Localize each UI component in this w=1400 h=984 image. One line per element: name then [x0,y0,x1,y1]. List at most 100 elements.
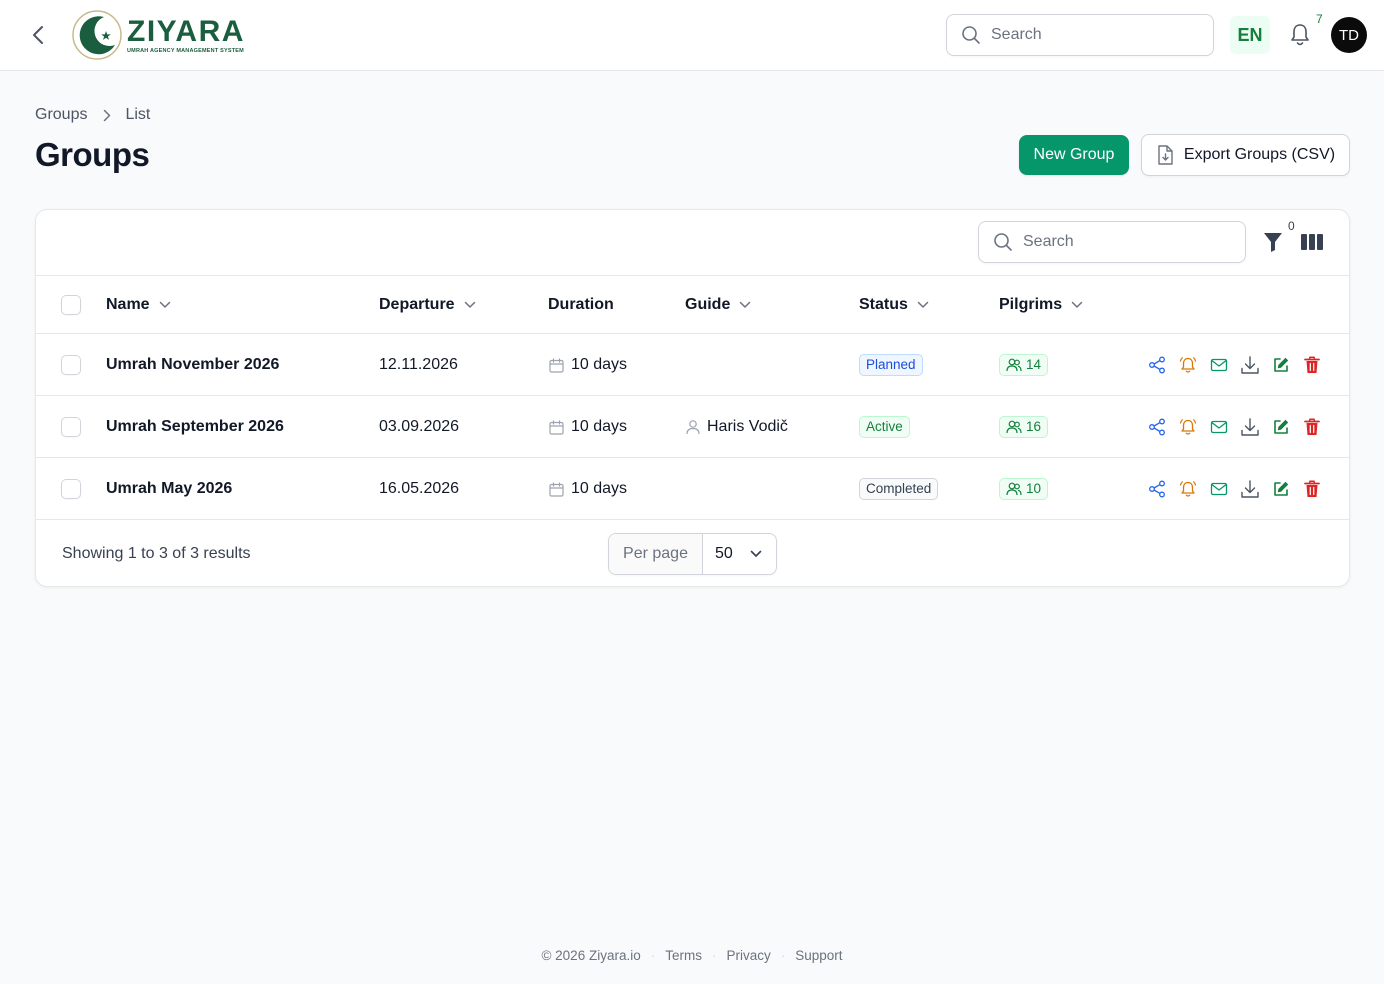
language-switcher[interactable]: EN [1230,16,1270,54]
trash-icon [1304,418,1320,435]
group-name[interactable]: Umrah May 2026 [106,458,232,520]
pilgrims-cell: 10 [999,458,1049,520]
guide-cell: Haris Vodič [686,396,788,458]
per-page-value: 50 [715,545,733,562]
back-button[interactable] [26,22,50,48]
select-all-checkbox[interactable] [61,295,81,315]
filter-button[interactable] [1262,230,1284,254]
column-name-header[interactable]: Name [106,276,171,334]
crescent-logo-icon [72,10,122,60]
email-button[interactable] [1208,416,1230,438]
status-badge: Active [859,416,910,438]
edit-button[interactable] [1270,478,1292,500]
duration-value: 10 days [571,418,628,435]
mail-icon [1210,420,1228,434]
global-search[interactable] [946,14,1214,56]
notifications-button[interactable] [1286,20,1314,50]
edit-button[interactable] [1270,354,1292,376]
column-departure-header[interactable]: Departure [379,276,476,334]
breadcrumb: Groups List [35,106,150,124]
footer-separator: · [780,948,786,963]
page-title: Groups [35,136,150,173]
chevron-down-icon [159,301,171,309]
delete-button[interactable] [1301,354,1323,376]
status-cell: Planned [859,334,923,396]
breadcrumb-groups[interactable]: Groups [35,106,87,124]
footer-link-terms[interactable]: Terms [665,948,702,963]
delete-button[interactable] [1301,478,1323,500]
download-button[interactable] [1239,478,1261,500]
row-checkbox[interactable] [61,355,81,375]
filter-count-badge: 0 [1288,219,1295,233]
brand-logo[interactable]: ZIYARA UMRAH AGENCY MANAGEMENT SYSTEM [71,9,245,61]
per-page-select[interactable]: 50 [703,534,776,574]
email-button[interactable] [1208,478,1230,500]
row-actions [1146,334,1332,396]
chevron-left-icon [33,26,43,44]
guide-name: Haris Vodič [707,418,788,435]
table-row[interactable]: Umrah September 2026 03.09.2026 10 days … [36,396,1349,458]
reminder-button[interactable] [1177,416,1199,438]
breadcrumb-separator-icon [103,109,111,122]
user-icon [686,419,700,435]
footer-link-privacy[interactable]: Privacy [726,948,770,963]
download-button[interactable] [1239,416,1261,438]
pilgrims-count-badge[interactable]: 10 [999,478,1049,500]
table-search-input[interactable] [1023,233,1223,251]
table-toolbar: 0 [36,210,1349,276]
export-csv-button[interactable]: Export Groups (CSV) [1141,134,1350,176]
column-name-label: Name [106,296,150,313]
search-icon [994,233,1012,251]
pilgrims-count-badge[interactable]: 14 [999,354,1049,376]
bell-alert-icon [1179,357,1197,373]
column-pilgrims-label: Pilgrims [999,296,1063,313]
bell-alert-icon [1179,481,1197,497]
global-search-input[interactable] [991,26,1191,44]
duration-value: 10 days [571,356,628,373]
column-guide-header[interactable]: Guide [685,276,751,334]
group-name[interactable]: Umrah November 2026 [106,334,279,396]
columns-toggle-button[interactable] [1301,232,1323,252]
pilgrims-count: 16 [1026,419,1042,434]
user-avatar[interactable]: TD [1331,17,1367,53]
share-button[interactable] [1146,478,1168,500]
status-cell: Active [859,396,910,458]
chevron-down-icon [464,301,476,309]
mail-icon [1210,358,1228,372]
pilgrims-count: 10 [1026,481,1042,496]
edit-button[interactable] [1270,416,1292,438]
brand-tagline: UMRAH AGENCY MANAGEMENT SYSTEM [127,47,244,54]
share-button[interactable] [1146,416,1168,438]
table-footer: Showing 1 to 3 of 3 results Per page 50 [36,521,1349,586]
row-checkbox[interactable] [61,479,81,499]
bell-alert-icon [1179,419,1197,435]
table-row[interactable]: Umrah November 2026 12.11.2026 10 days P… [36,334,1349,396]
reminder-button[interactable] [1177,354,1199,376]
results-summary: Showing 1 to 3 of 3 results [62,545,251,562]
table-search[interactable] [978,221,1246,263]
calendar-icon [549,357,564,373]
download-button[interactable] [1239,354,1261,376]
column-pilgrims-header[interactable]: Pilgrims [999,276,1083,334]
per-page-control[interactable]: Per page 50 [608,533,777,575]
row-checkbox[interactable] [61,417,81,437]
calendar-icon [549,481,564,497]
email-button[interactable] [1208,354,1230,376]
pilgrims-count-badge[interactable]: 16 [999,416,1049,438]
footer-link-support[interactable]: Support [795,948,842,963]
delete-button[interactable] [1301,416,1323,438]
table-row[interactable]: Umrah May 2026 16.05.2026 10 days Comple… [36,458,1349,520]
column-status-header[interactable]: Status [859,276,929,334]
share-button[interactable] [1146,354,1168,376]
new-group-button[interactable]: New Group [1019,135,1129,175]
group-name[interactable]: Umrah September 2026 [106,396,284,458]
share-icon [1149,480,1165,498]
breadcrumb-list: List [125,106,151,123]
status-badge: Completed [859,478,939,500]
download-icon [1241,356,1259,374]
notifications-count: 7 [1316,12,1323,26]
copyright-text: © 2026 Ziyara.io [541,948,641,963]
reminder-button[interactable] [1177,478,1199,500]
footer-separator: · [650,948,656,963]
chevron-down-icon [1071,301,1083,309]
